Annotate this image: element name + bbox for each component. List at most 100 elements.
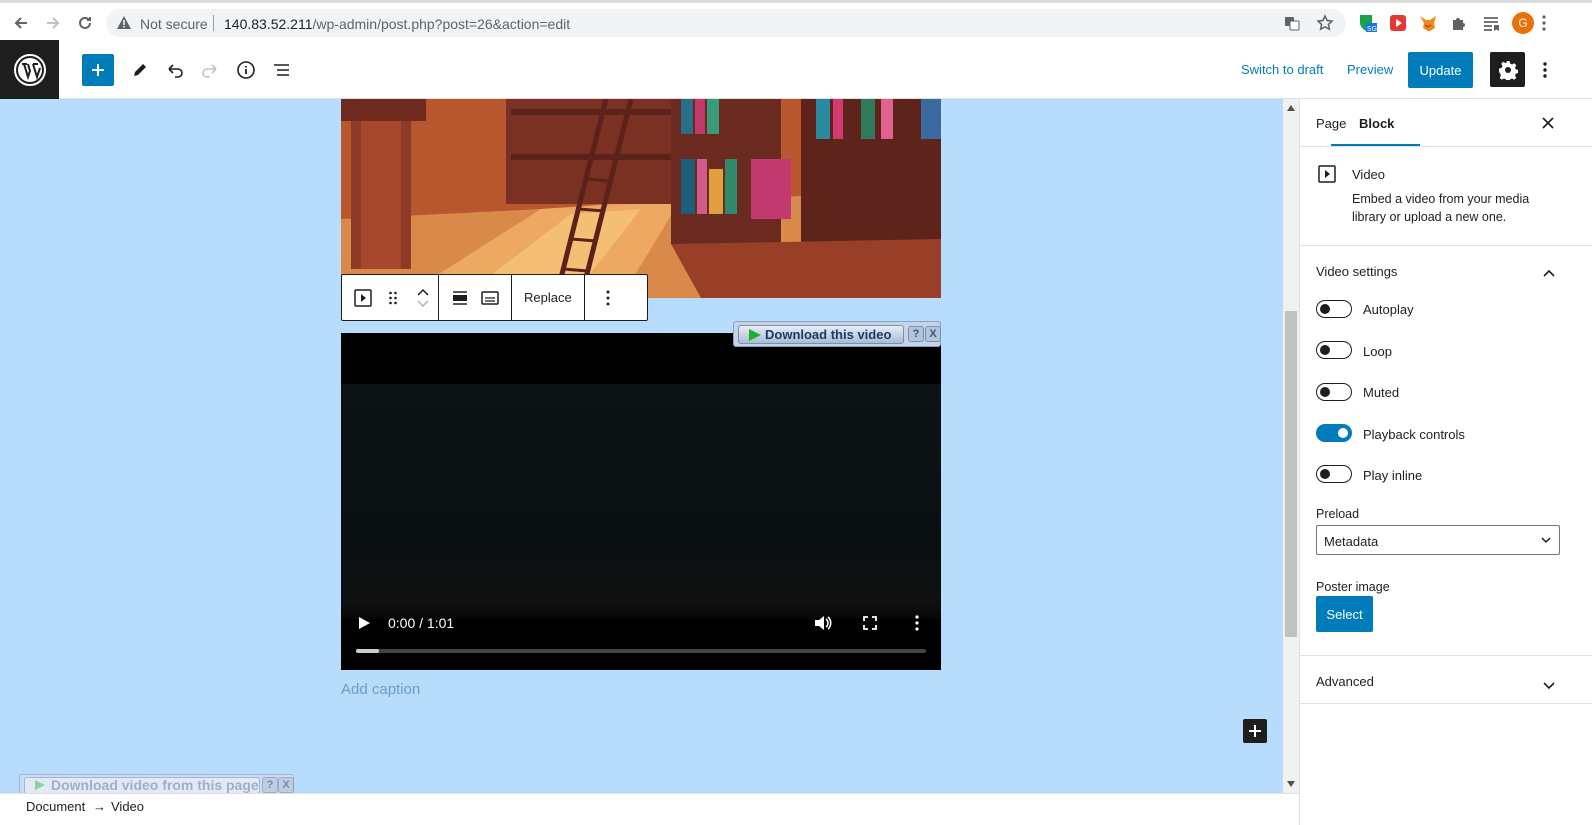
divider: [1300, 146, 1592, 147]
video-time: 0:00 / 1:01: [388, 615, 455, 631]
browser-menu-icon[interactable]: [1534, 13, 1554, 33]
download-help-icon[interactable]: ?: [908, 326, 924, 342]
play-inline-label: Play inline: [1363, 468, 1423, 483]
video-settings-heading[interactable]: Video settings: [1316, 264, 1397, 279]
breadcrumb-document[interactable]: Document: [26, 799, 85, 814]
video-menu-icon[interactable]: [915, 615, 919, 634]
block-breadcrumb: Document → Video: [0, 793, 1299, 825]
close-sidebar-icon[interactable]: [1541, 116, 1555, 133]
preload-label: Preload: [1316, 507, 1360, 521]
settings-sidebar: Page Block Video Embed a video from your…: [1299, 99, 1592, 825]
select-poster-button[interactable]: Select: [1316, 596, 1373, 632]
download-from-page-button[interactable]: Download video from this page: [24, 777, 260, 793]
loop-toggle[interactable]: [1316, 341, 1352, 359]
volume-icon[interactable]: [814, 615, 832, 634]
chevron-up-icon[interactable]: [1543, 265, 1555, 280]
forward-icon[interactable]: [43, 13, 63, 33]
play-inline-toggle[interactable]: [1316, 465, 1352, 483]
replace-button[interactable]: Replace: [512, 275, 584, 320]
list-view-icon[interactable]: [266, 54, 298, 86]
url-path: /wp-admin/post.php?post=26&action=edit: [312, 16, 571, 32]
omnibox-divider: [213, 15, 214, 31]
warning-icon: [117, 16, 131, 29]
video-progress-fill: [356, 649, 379, 653]
update-button[interactable]: Update: [1408, 52, 1473, 88]
bookmark-star-icon[interactable]: [1316, 14, 1334, 32]
preload-value: Metadata: [1324, 534, 1379, 549]
muted-toggle[interactable]: [1316, 383, 1352, 401]
more-options-icon[interactable]: [1529, 54, 1561, 86]
preload-select[interactable]: Metadata: [1316, 525, 1560, 555]
preview-button[interactable]: Preview: [1347, 62, 1393, 77]
download-close-icon[interactable]: X: [925, 326, 941, 342]
translate-icon[interactable]: [1284, 15, 1300, 31]
video-block-card-icon: [1318, 165, 1336, 186]
fullscreen-icon[interactable]: [863, 616, 877, 633]
browser-toolbar: Not secure 140.83.52.211/wp-admin/post.p…: [0, 0, 1592, 40]
url-text[interactable]: 140.83.52.211/wp-admin/post.php?post=26&…: [224, 16, 570, 32]
toolbar-group-replace: Replace: [512, 275, 585, 320]
block-inserter-button[interactable]: [1243, 719, 1267, 743]
video-frame: [341, 384, 941, 619]
download-this-video-button[interactable]: Download this video: [738, 325, 904, 344]
align-icon[interactable]: [445, 275, 475, 320]
playback-controls-toggle[interactable]: [1316, 424, 1352, 442]
url-host: 140.83.52.211: [224, 16, 313, 32]
drag-handle-icon[interactable]: [378, 275, 408, 320]
chevron-down-icon[interactable]: [1543, 678, 1555, 693]
move-up-down-icon[interactable]: [408, 275, 438, 320]
tab-page[interactable]: Page: [1316, 116, 1346, 131]
advanced-heading[interactable]: Advanced: [1316, 674, 1374, 689]
chevron-down-icon: [1541, 537, 1551, 544]
muted-label: Muted: [1363, 385, 1400, 400]
wordpress-logo[interactable]: [0, 40, 59, 99]
settings-gear-button[interactable]: [1490, 52, 1525, 87]
divider: [1300, 655, 1592, 656]
page-download-close-icon[interactable]: X: [278, 777, 294, 793]
add-block-button[interactable]: [82, 54, 114, 86]
toolbar-group-block: [342, 275, 439, 320]
video-progress-bar[interactable]: [356, 649, 926, 653]
library-image[interactable]: [341, 99, 941, 298]
download-video-overlay: Download this video ? X: [733, 321, 941, 347]
security-label[interactable]: Not secure: [140, 16, 208, 32]
extension-sg-icon[interactable]: SG: [1357, 13, 1377, 33]
address-bar[interactable]: Not secure 140.83.52.211/wp-admin/post.p…: [106, 9, 1346, 37]
toggle-knob: [1338, 428, 1348, 438]
download-page-overlay: Download video from this page ? X: [19, 774, 294, 793]
breadcrumb-arrow: →: [93, 799, 106, 814]
undo-icon[interactable]: [159, 54, 191, 86]
metamask-fox-icon[interactable]: [1418, 13, 1438, 33]
autoplay-toggle[interactable]: [1316, 300, 1352, 318]
page-download-help-icon[interactable]: ?: [262, 777, 278, 793]
playback-controls-label: Playback controls: [1363, 427, 1465, 442]
switch-to-draft-button[interactable]: Switch to draft: [1241, 62, 1323, 77]
block-options-icon[interactable]: [593, 275, 623, 320]
info-icon[interactable]: [230, 54, 262, 86]
toggle-knob: [1320, 469, 1330, 479]
reload-icon[interactable]: [75, 13, 95, 33]
reading-list-icon[interactable]: [1481, 13, 1501, 33]
divider: [1300, 703, 1592, 704]
gear-icon: [1498, 60, 1518, 80]
canvas-scrollbar[interactable]: [1283, 99, 1299, 793]
back-icon[interactable]: [11, 13, 31, 33]
extension-play-icon[interactable]: [1388, 13, 1408, 33]
scroll-down-icon[interactable]: [1287, 781, 1295, 787]
toolbar-group-align: [439, 275, 512, 320]
block-toolbar: Replace: [341, 274, 648, 321]
tab-block[interactable]: Block: [1359, 116, 1394, 131]
captions-icon[interactable]: [475, 275, 505, 320]
redo-icon[interactable]: [194, 54, 226, 86]
video-player[interactable]: 0:00 / 1:01: [341, 333, 941, 670]
caption-input[interactable]: Add caption: [341, 681, 420, 698]
video-block-icon[interactable]: [348, 275, 378, 320]
extensions-puzzle-icon[interactable]: [1449, 13, 1469, 33]
divider: [1300, 245, 1592, 246]
profile-avatar[interactable]: G: [1512, 12, 1534, 34]
breadcrumb-video[interactable]: Video: [111, 799, 144, 814]
edit-pencil-icon[interactable]: [124, 54, 156, 86]
play-icon[interactable]: [357, 616, 371, 633]
scrollbar-thumb[interactable]: [1285, 311, 1297, 637]
scroll-up-icon[interactable]: [1287, 105, 1295, 111]
